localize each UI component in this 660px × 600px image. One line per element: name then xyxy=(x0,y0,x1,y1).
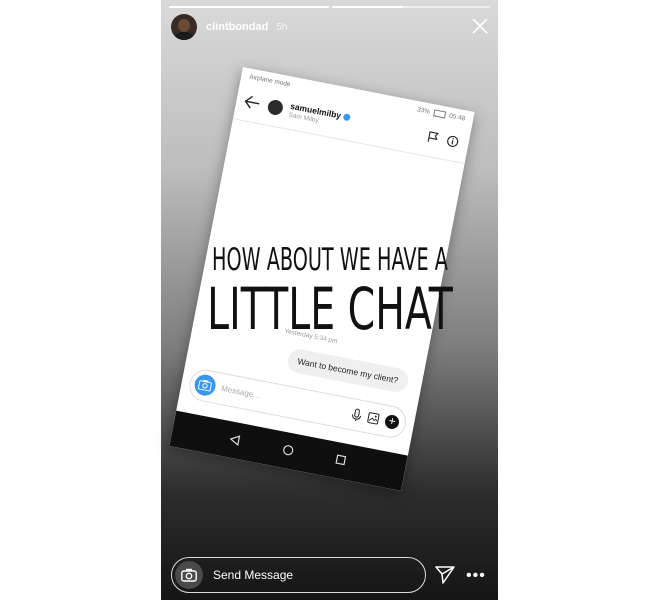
airplane-mode-label: Airplane mode xyxy=(248,73,292,89)
direct-share-icon[interactable] xyxy=(435,566,455,584)
flag-icon[interactable] xyxy=(426,131,440,145)
close-icon[interactable] xyxy=(471,17,489,35)
status-time: 05:48 xyxy=(448,112,466,123)
story-timestamp: 5h xyxy=(276,21,288,33)
camera-button[interactable] xyxy=(175,561,203,589)
microphone-icon[interactable] xyxy=(350,407,362,423)
story-header: clintbondad 5h xyxy=(171,14,287,40)
camera-icon xyxy=(198,379,212,392)
info-icon[interactable] xyxy=(446,134,460,148)
overlay-text-line-1: HOW ABOUT WE HAVE A xyxy=(212,242,448,278)
nav-back-icon[interactable] xyxy=(229,433,241,447)
story-progress-2 xyxy=(332,6,490,8)
camera-icon xyxy=(181,568,197,582)
add-plus-icon[interactable]: + xyxy=(383,413,401,431)
send-message-placeholder[interactable]: Send Message xyxy=(213,568,293,582)
overlay-text-line-2: LITTLE CHAT xyxy=(207,275,453,343)
more-options-icon[interactable]: ••• xyxy=(466,567,486,585)
message-input-placeholder[interactable]: Message... xyxy=(220,384,260,400)
avatar[interactable] xyxy=(171,14,197,40)
nav-recents-icon[interactable] xyxy=(335,454,347,466)
verified-badge-icon xyxy=(342,113,351,122)
story-username[interactable]: clintbondad xyxy=(206,21,268,33)
battery-percent: 33% xyxy=(416,106,431,116)
nav-home-icon[interactable] xyxy=(282,444,295,457)
gallery-icon[interactable] xyxy=(366,411,380,425)
battery-icon xyxy=(433,109,447,119)
story-progress-1 xyxy=(169,6,329,8)
send-message-field[interactable]: Send Message xyxy=(171,557,426,593)
back-arrow-icon[interactable] xyxy=(243,94,261,111)
dm-avatar[interactable] xyxy=(266,98,285,117)
camera-button[interactable] xyxy=(192,372,218,398)
